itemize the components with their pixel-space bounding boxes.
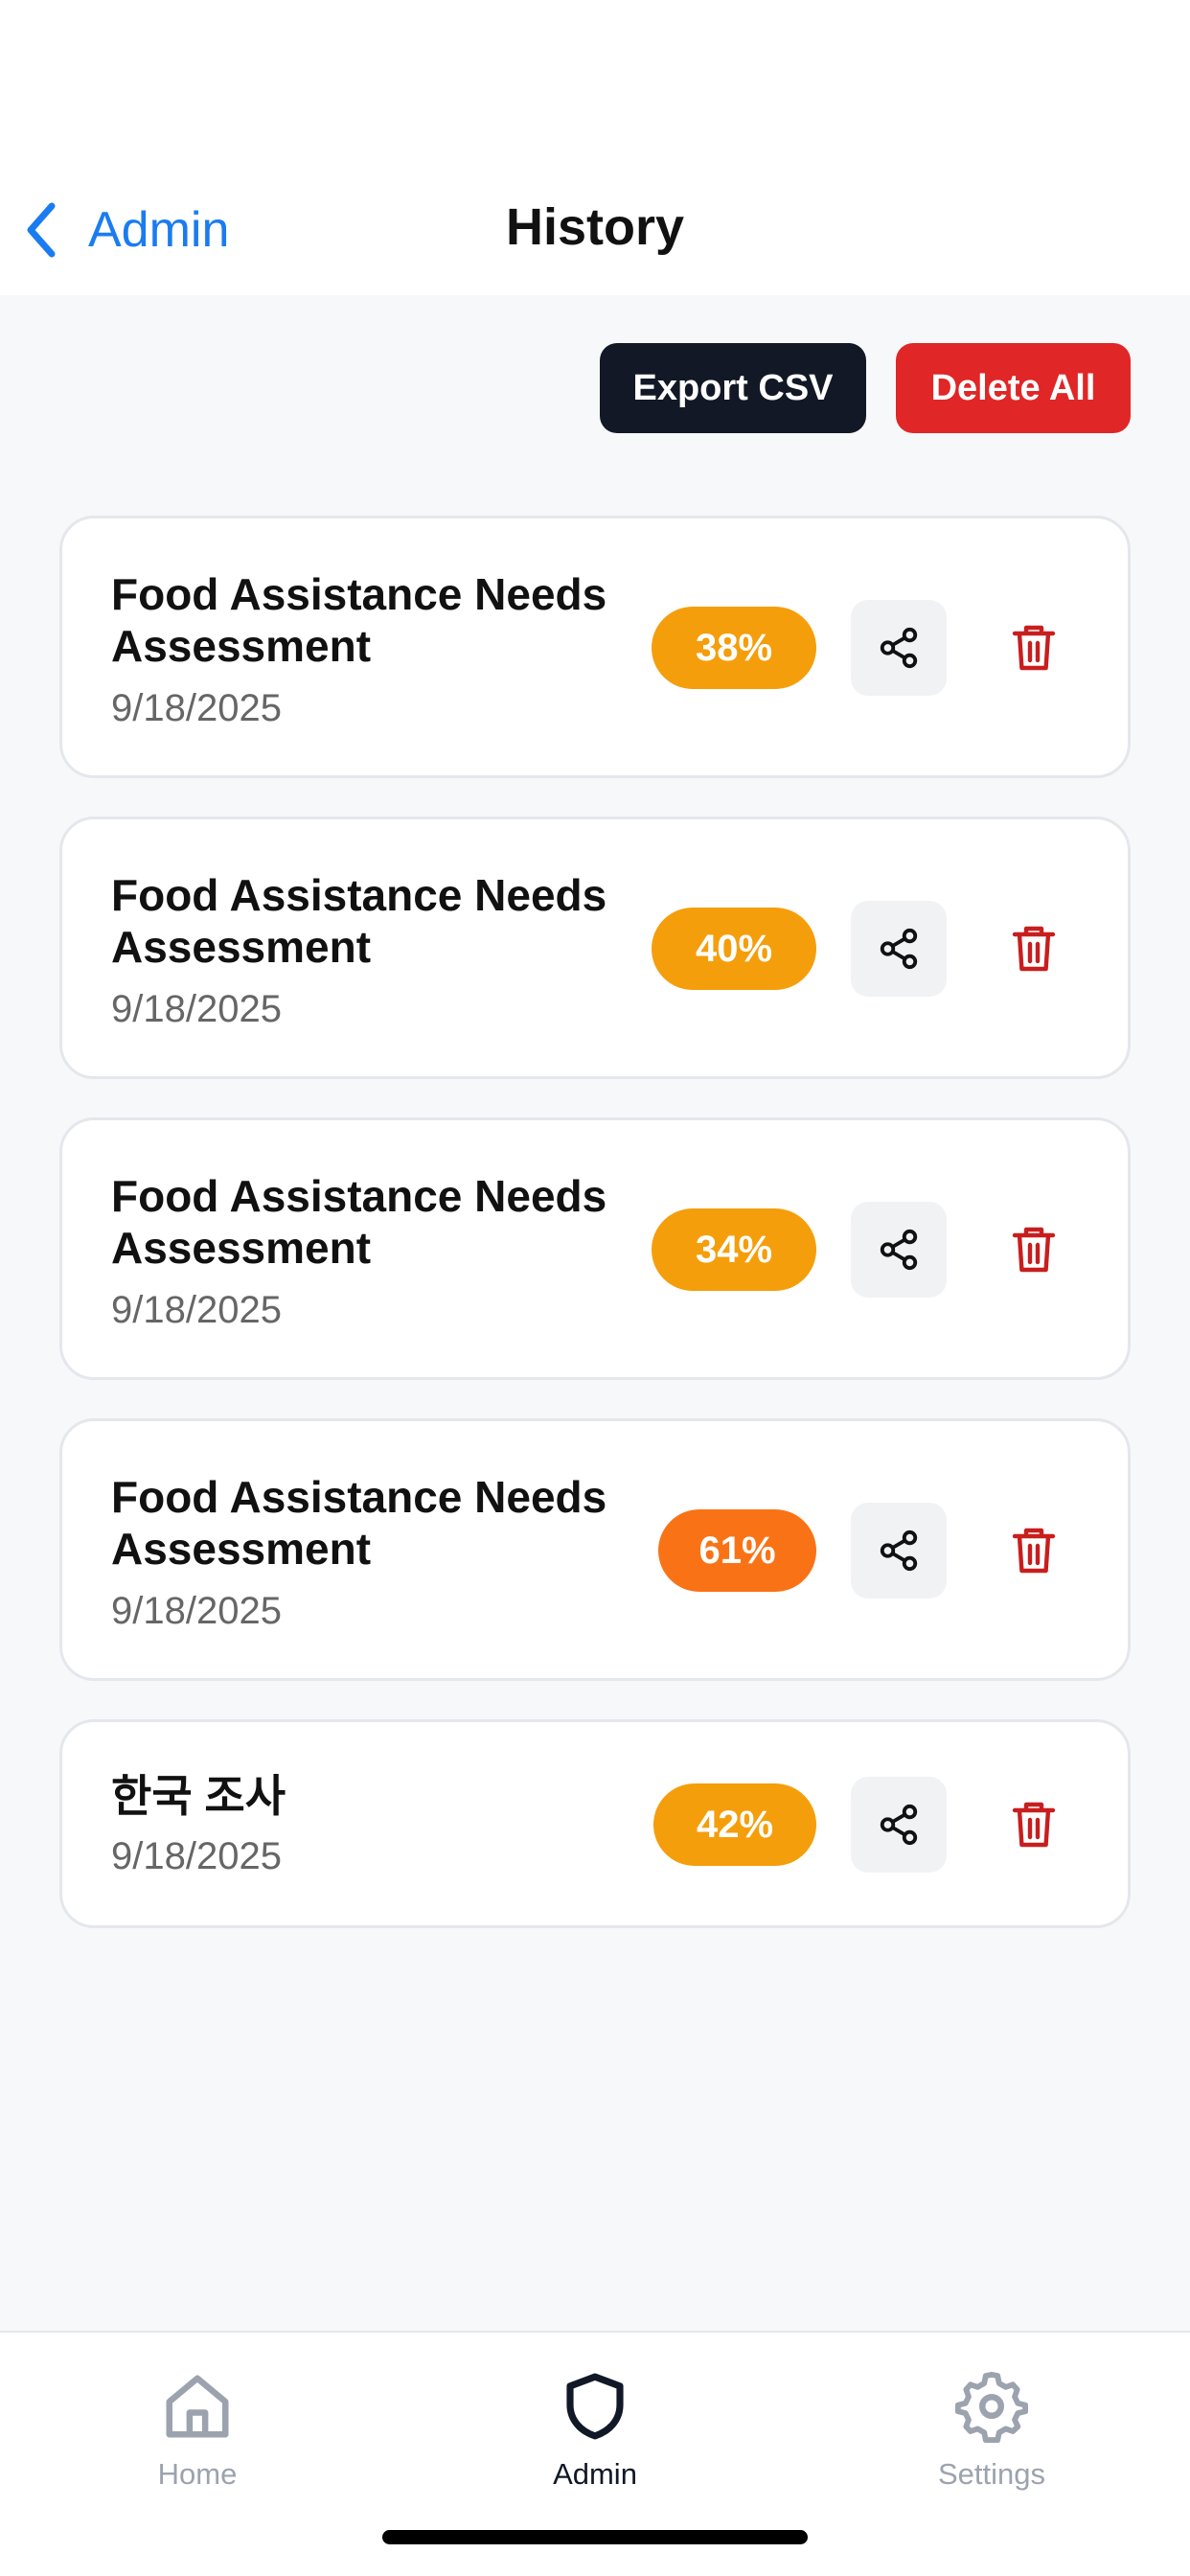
share-icon xyxy=(880,928,918,970)
home-indicator xyxy=(382,2530,808,2544)
share-icon xyxy=(880,1804,918,1846)
card-date: 9/18/2025 xyxy=(111,1835,282,1877)
history-card[interactable]: Food Assistance Needs Assessment 9/18/20… xyxy=(59,1418,1131,1681)
delete-all-button[interactable]: Delete All xyxy=(896,343,1131,433)
history-screen: Admin History Export CSV Delete All Food… xyxy=(0,0,1190,2576)
share-button[interactable] xyxy=(851,901,947,997)
history-card[interactable]: Food Assistance Needs Assessment 9/18/20… xyxy=(59,816,1131,1079)
trash-icon xyxy=(1012,926,1056,972)
card-title: Food Assistance Needs Assessment xyxy=(111,870,607,972)
gear-icon xyxy=(954,2371,1029,2444)
card-title: Food Assistance Needs Assessment xyxy=(111,569,607,671)
page-title: History xyxy=(505,198,685,256)
share-button[interactable] xyxy=(851,600,947,696)
trash-icon xyxy=(1012,1227,1056,1273)
home-icon xyxy=(166,2375,229,2438)
tab-admin[interactable]: Admin xyxy=(480,2352,710,2505)
card-title: Food Assistance Needs Assessment xyxy=(111,1171,607,1273)
tab-settings[interactable]: Settings xyxy=(877,2352,1107,2505)
score-badge: 38% xyxy=(652,607,816,689)
score-badge: 40% xyxy=(652,908,816,990)
delete-item-button[interactable] xyxy=(995,1786,1072,1863)
card-date: 9/18/2025 xyxy=(111,1590,282,1632)
tab-admin-label: Admin xyxy=(553,2457,637,2491)
delete-item-button[interactable] xyxy=(995,610,1072,686)
card-date: 9/18/2025 xyxy=(111,687,282,729)
score-badge: 34% xyxy=(652,1208,816,1291)
tab-home[interactable]: Home xyxy=(82,2352,312,2505)
history-card[interactable]: Food Assistance Needs Assessment 9/18/20… xyxy=(59,516,1131,778)
score-badge: 42% xyxy=(653,1783,816,1866)
share-button[interactable] xyxy=(851,1503,947,1598)
share-icon xyxy=(880,1229,918,1271)
history-card[interactable]: Food Assistance Needs Assessment 9/18/20… xyxy=(59,1117,1131,1380)
share-icon xyxy=(880,1530,918,1572)
card-title: 한국 조사 xyxy=(111,1771,286,1821)
score-badge: 61% xyxy=(658,1509,816,1592)
share-button[interactable] xyxy=(851,1202,947,1298)
tab-home-label: Home xyxy=(157,2457,238,2491)
delete-item-button[interactable] xyxy=(995,1211,1072,1288)
tab-settings-label: Settings xyxy=(937,2457,1045,2491)
trash-icon xyxy=(1012,1802,1056,1848)
export-csv-button[interactable]: Export CSV xyxy=(600,343,866,433)
history-card[interactable]: 한국 조사 9/18/2025 42% xyxy=(59,1719,1131,1928)
card-date: 9/18/2025 xyxy=(111,988,282,1030)
delete-item-button[interactable] xyxy=(995,1512,1072,1589)
share-button[interactable] xyxy=(851,1777,947,1873)
trash-icon xyxy=(1012,625,1056,671)
card-date: 9/18/2025 xyxy=(111,1289,282,1331)
share-icon xyxy=(880,627,918,669)
card-title: Food Assistance Needs Assessment xyxy=(111,1472,607,1574)
trash-icon xyxy=(1012,1528,1056,1574)
delete-item-button[interactable] xyxy=(995,910,1072,987)
nav-header: Admin History xyxy=(0,0,1190,295)
shield-icon xyxy=(566,2373,624,2440)
